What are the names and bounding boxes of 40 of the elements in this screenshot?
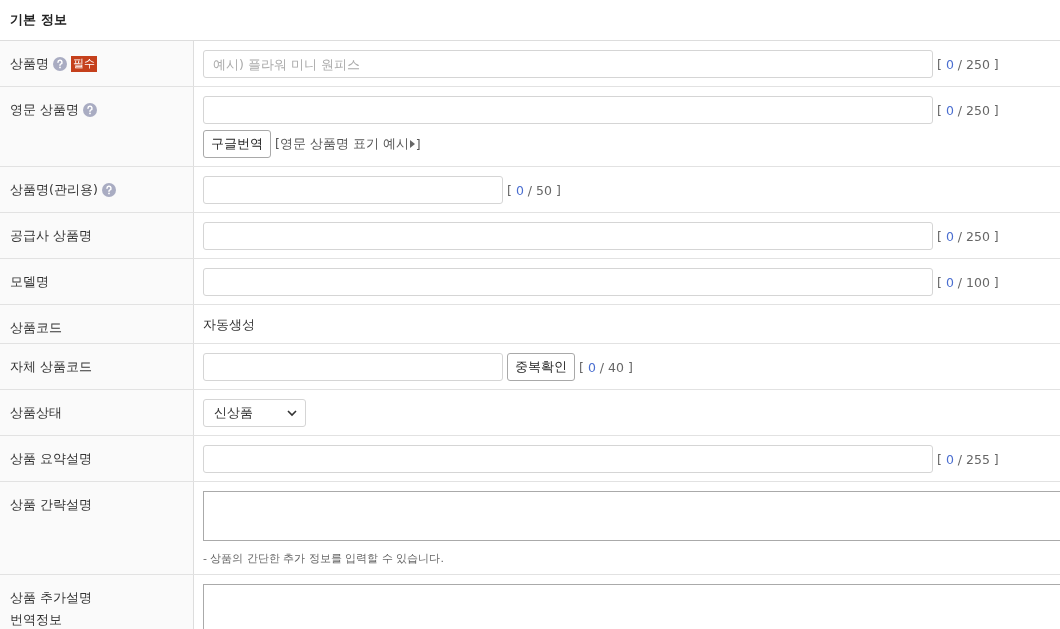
field-label: 영문 상품명 (10, 101, 79, 119)
text-field[interactable] (203, 445, 933, 473)
translate-button[interactable]: 구글번역 (203, 130, 271, 158)
text-field[interactable] (203, 176, 503, 204)
field-label: 상품명(관리용) (10, 181, 98, 199)
example-link[interactable]: [영문 상품명 표기 예시 ] (275, 135, 421, 153)
char-counter: [ 0 / 250 ] (937, 56, 999, 72)
help-icon[interactable] (53, 57, 67, 71)
char-counter: [ 0 / 255 ] (937, 451, 999, 467)
field-label: 자체 상품코드 (10, 358, 92, 376)
duplicate-check-button[interactable]: 중복확인 (507, 353, 575, 381)
hint-text: - 상품의 간단한 추가 정보를 입력할 수 있습니다. (203, 551, 445, 566)
triangle-icon (409, 140, 415, 148)
field-label: 상품 간략설명 (10, 496, 92, 514)
help-icon[interactable] (101, 183, 116, 197)
status-dropdown[interactable]: 신상품 (203, 399, 306, 427)
char-counter: [ 0 / 50 ] (507, 182, 561, 198)
text-area[interactable] (203, 491, 1060, 541)
field-label: 상품코드 (10, 319, 62, 337)
char-counter: [ 0 / 250 ] (937, 228, 999, 244)
value-text: 자동생성 (203, 316, 256, 334)
field-label: 상품 요약설명 (10, 450, 92, 468)
required-badge: 필수 (71, 56, 97, 72)
field-label: 공급사 상품명 (10, 227, 92, 245)
field-label: 모델명 (10, 273, 49, 291)
field-label: 상품상태 (10, 404, 62, 422)
char-counter: [ 0 / 100 ] (937, 274, 999, 290)
chevron-down-icon (287, 409, 297, 417)
section-title: 기본 정보 (10, 11, 67, 29)
text-area[interactable] (203, 584, 1060, 629)
char-counter: [ 0 / 250 ] (937, 102, 999, 118)
text-field[interactable] (203, 96, 933, 124)
text-field[interactable] (203, 222, 933, 250)
char-counter: [ 0 / 40 ] (579, 359, 633, 375)
text-field[interactable] (203, 353, 503, 381)
text-field[interactable] (203, 268, 933, 296)
field-label: 상품명 (10, 55, 49, 73)
help-icon[interactable] (83, 103, 97, 117)
field-label: 상품 추가설명 번역정보 (10, 589, 92, 629)
text-field[interactable]: 예시) 플라워 미니 원피스 (203, 50, 933, 78)
